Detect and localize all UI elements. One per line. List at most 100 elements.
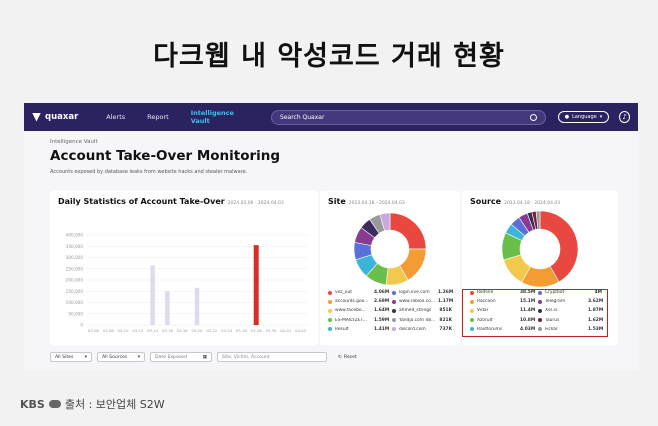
site-legend-item: discord.com 737K	[392, 327, 452, 332]
x-tick-label: 04-01	[280, 328, 292, 333]
x-tick-label: 03-22	[206, 328, 218, 333]
breadcrumb[interactable]: Intelligence Vault	[50, 139, 98, 145]
site-legend-item: vez_out 4.06M	[328, 290, 390, 295]
site-legend-item: www.roblox.co... 1.17M	[392, 299, 454, 305]
legend-value: 4.06M	[374, 290, 390, 295]
site-legend-item: ES-MAILYZET... 1.59M	[328, 317, 390, 323]
date-picker[interactable]: Date Exposed ▦	[150, 352, 212, 362]
x-tick-label: 03-18	[177, 328, 189, 333]
legend-name: vez_out	[335, 290, 352, 295]
legend-value: 1.17M	[438, 299, 454, 305]
site-legend-item: Result 1.41M	[328, 326, 390, 332]
legend-swatch	[392, 299, 396, 304]
x-tick-label: 03-24	[221, 328, 233, 333]
search-input[interactable]: Search Quaxar	[271, 109, 546, 125]
y-tick-label: 350,000	[66, 244, 84, 249]
sources-select-value: All Sources	[102, 354, 128, 360]
y-tick-label: 150,000	[66, 289, 84, 294]
kbs-logo: KBS	[20, 397, 45, 411]
site-legend-item: Yandja.com 48... 821K	[392, 318, 452, 323]
nav-report[interactable]: Report	[147, 113, 169, 121]
y-tick-label: 250,000	[66, 266, 84, 271]
x-tick-label: 03-14	[147, 328, 159, 333]
date-picker-placeholder: Date Exposed	[155, 354, 187, 360]
legend-value: 1.59M	[374, 317, 390, 323]
globe-icon: ●	[564, 114, 570, 120]
chevron-down-icon: ▾	[599, 114, 603, 120]
legend-name: Yandja.com 48...	[399, 317, 436, 323]
chevron-down-icon: ▾	[84, 354, 87, 360]
x-tick-label: 03-30	[265, 328, 277, 333]
legend-value: 851K	[439, 308, 452, 314]
x-tick-label: 03-26	[236, 328, 248, 333]
site-legend: vez_out 4.06M login.live.com 1.26M accounts.…	[328, 290, 456, 340]
language-label: Language	[572, 114, 597, 120]
site-legend-item: login.live.com 1.26M	[392, 290, 454, 295]
site-legend-item: ahmed_strings 851K	[392, 308, 452, 313]
logo-icon	[32, 112, 41, 122]
y-tick-label: 0	[80, 323, 83, 328]
legend-name: accounts.goo...	[335, 299, 369, 305]
pie-slice	[389, 212, 427, 250]
legend-swatch	[392, 318, 396, 323]
legend-value: 2.69M	[374, 299, 390, 305]
x-tick-label: 03-12	[132, 328, 144, 333]
x-tick-label: 03-28	[251, 328, 263, 333]
legend-swatch	[328, 318, 332, 323]
reset-button[interactable]: ↻ Reset	[338, 355, 357, 360]
search-icon	[529, 113, 537, 121]
calendar-icon: ▦	[202, 354, 207, 360]
nav-intelligence-vault[interactable]: Intelligence Vault	[191, 109, 247, 125]
y-tick-label: 200,000	[66, 278, 84, 283]
kbs-logo-badge	[48, 400, 61, 408]
refresh-icon: ↻	[338, 354, 342, 360]
chevron-down-icon: ▾	[137, 354, 140, 360]
headline: 다크웹 내 악성코드 거래 현황	[153, 41, 505, 72]
filter-search-input[interactable]: Site, Victim, Account	[217, 352, 327, 362]
nav-alerts[interactable]: Alerts	[106, 113, 125, 121]
reset-label: Reset	[343, 354, 357, 360]
y-tick-label: 100,000	[66, 300, 84, 305]
filter-search-placeholder: Site, Victim, Account	[222, 354, 270, 360]
y-tick-label: 400,000	[66, 233, 84, 238]
top-nav: quaxar Alerts Report Intelligence Vault …	[24, 103, 638, 131]
legend-name: ahmed_strings	[399, 308, 432, 314]
bar	[253, 245, 259, 325]
app-window: quaxar Alerts Report Intelligence Vault …	[24, 103, 638, 370]
legend-name: Result	[335, 326, 349, 332]
site-card: Site 2013.04.18 - 2024.04.03 vez_out 4.06M…	[320, 191, 460, 345]
legend-value: 1.41M	[374, 326, 390, 332]
site-legend-item: www.facebo... 1.64M	[328, 308, 390, 314]
legend-name: login.live.com	[399, 290, 430, 295]
daily-bar-chart: 400,000 350,000 300,000 250,000 200,000 150,0…	[66, 233, 308, 333]
legend-name: discord.com	[399, 326, 426, 332]
bar	[194, 287, 200, 325]
page-title: Account Take-Over Monitoring	[50, 148, 281, 164]
legend-value: 1.64M	[374, 308, 390, 314]
sources-select[interactable]: All Sources ▾	[97, 352, 145, 362]
sites-select[interactable]: All Sites ▾	[50, 352, 92, 362]
legend-name: www.facebo...	[335, 308, 366, 314]
legend-swatch	[328, 290, 332, 295]
x-tick-label: 03-16	[162, 328, 174, 333]
x-tick-label: 03-10	[117, 328, 129, 333]
source-credit-text: 출처 : 보안업체 S2W	[64, 398, 165, 411]
legend-swatch	[328, 299, 332, 304]
legend-value: 1.26M	[438, 290, 454, 295]
filter-bar: All Sites ▾ All Sources ▾ Date Exposed ▦ Si…	[50, 352, 357, 362]
logo-text: quaxar	[45, 112, 79, 122]
bar	[150, 265, 155, 325]
bar	[165, 291, 170, 325]
y-tick-label: 300,000	[66, 255, 84, 260]
x-tick-label: 03-06	[88, 328, 100, 333]
page-subtitle: Accounts exposed by database leaks from …	[50, 169, 248, 175]
legend-swatch	[392, 290, 396, 295]
legend-swatch	[392, 327, 396, 332]
y-tick-label: 50,000	[68, 311, 83, 316]
logo[interactable]: quaxar	[32, 112, 78, 122]
bell-icon[interactable]: ♪	[619, 111, 630, 123]
legend-name: ES-MAILYZET...	[335, 317, 367, 323]
sites-select-value: All Sites	[55, 354, 74, 360]
legend-value: 737K	[439, 326, 452, 332]
language-selector[interactable]: ● Language ▾	[557, 111, 610, 123]
